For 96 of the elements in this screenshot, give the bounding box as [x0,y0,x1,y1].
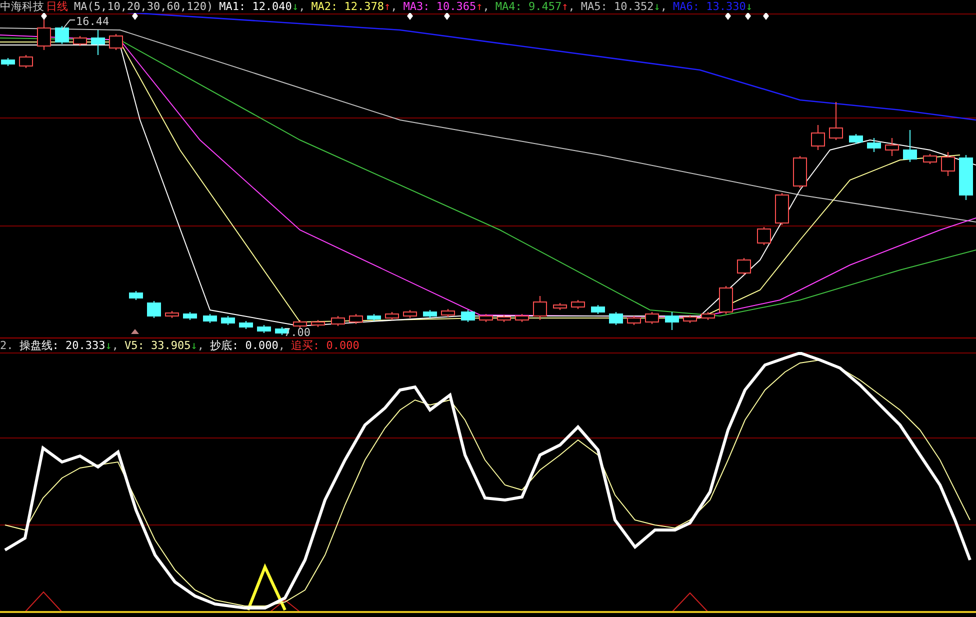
formula-label: MA(5,10,20,30,60,120) [74,0,214,13]
candlestick [109,34,123,50]
candlestick [165,310,179,318]
candlestick [403,310,417,318]
candlestick [497,314,511,322]
indicator-value: MA4: 9.457 [495,0,562,13]
candlestick [1,58,15,66]
leader-line [62,20,76,30]
candlestick [591,304,605,314]
separator: , [112,339,120,352]
separator: , [197,339,205,352]
candlestick [349,314,363,324]
candlestick [941,152,955,176]
candlestick [719,286,733,314]
candlestick [461,310,475,322]
candlestick [923,154,937,164]
diamond-marker-icon [763,13,769,20]
candlestick [73,36,87,46]
candlestick [793,156,807,188]
candlestick [609,312,623,326]
triangle-marker-icon [131,329,139,334]
candlestick [257,324,271,334]
candlestick [55,26,69,44]
candlestick [885,138,899,156]
indicator-value: MA1: 12.040 [219,0,292,13]
diamond-marker-icon [132,13,138,20]
trend-arrow: ↓ [654,0,660,13]
triangle-signal-icon [672,592,708,612]
candlestick [385,312,399,320]
indicator-value: 抄底: 0.000 [210,339,278,352]
candlestick [423,310,437,318]
trend-arrow: ↑ [476,0,483,13]
candlestick [367,314,381,322]
indicator-value: MA5: 10.352 [580,0,654,13]
diamond-marker-icon [725,13,731,20]
triangle-signal-icon [24,591,62,612]
high-price-label: 16.44 [76,15,110,28]
candlestick [867,138,881,152]
indicator-index: 2. [0,339,14,352]
triangle-signal-icon [270,599,300,612]
candlestick [571,300,585,310]
candlestick [849,134,863,144]
trend-arrow: ↑ [384,0,391,13]
indicator-value: MA2: 12.378 [311,0,384,13]
diamond-marker-icon [444,13,450,20]
candlestick [91,30,105,56]
trend-arrow: ↓ [105,339,112,352]
candlestick [533,296,547,320]
indicator-value: 操盘线: 20.333 [19,339,106,352]
candlestick [293,320,307,328]
candlestick [183,312,197,320]
candlestick [19,54,33,68]
candlestick [701,312,715,320]
candlestick [811,124,825,150]
candlestick [239,320,253,330]
low-price-label: 7.00 [284,326,310,339]
diamond-marker-icon [745,13,751,20]
candlestick [515,314,529,322]
period-label: 日线 [46,0,69,13]
trend-arrow: ↓ [190,339,198,352]
diamond-marker-icon [407,13,413,20]
diamond-marker-icon [41,13,47,20]
indicator-value: MA6: 13.330 [673,0,746,13]
indicator-value: MA3: 10.365 [403,0,476,13]
candlestick [203,314,217,324]
separator: , [660,0,668,13]
candlestick [147,300,161,318]
signal-spike-line [246,563,286,611]
trend-arrow: ↓ [292,0,299,13]
candlestick [959,154,973,200]
trend-arrow: ↓ [746,0,752,13]
candlestick [129,290,143,300]
candlestick [683,314,697,324]
candlestick [479,314,493,322]
candlestick [775,192,789,226]
candlestick [441,308,455,318]
candlestick [553,302,567,310]
candlestick [331,316,345,326]
candlestick [757,226,771,246]
stock-name: 中海科技 [0,0,45,13]
candlestick [903,130,917,162]
separator: , [278,339,286,352]
candlestick [645,312,659,324]
candlestick [311,320,325,328]
trend-arrow: ↑ [562,0,568,13]
candlestick [221,316,235,326]
candlestick [829,102,843,140]
indicator-value: V5: 33.905 [124,339,191,352]
separator: , [568,0,576,13]
candlestick [665,312,679,330]
indicator-value: 追买: 0.000 [290,339,360,352]
candlestick [627,316,641,326]
separator: , [298,0,306,13]
separator: , [482,0,490,13]
candlestick [737,258,751,276]
separator: , [390,0,398,13]
